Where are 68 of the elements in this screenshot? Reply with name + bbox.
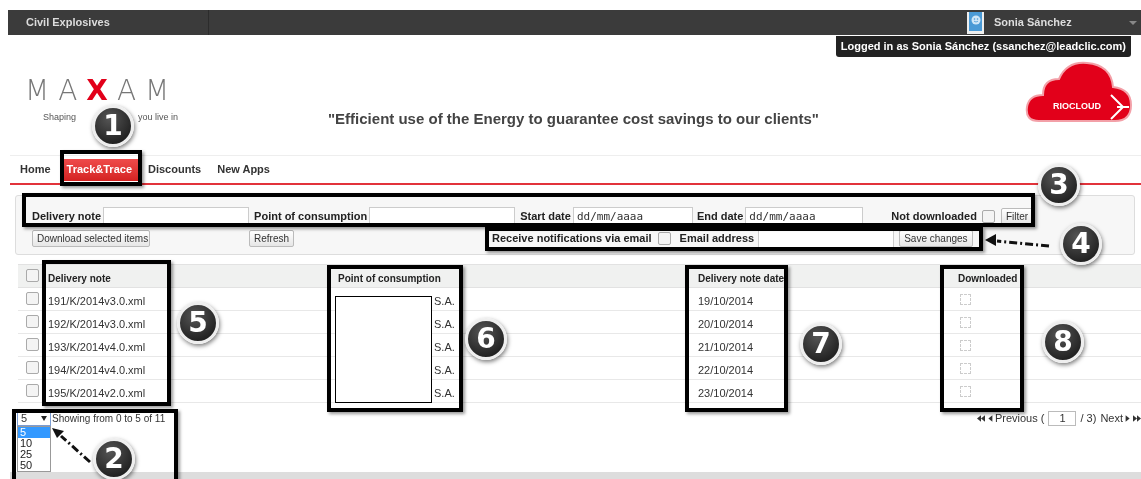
cloud-label: RIOCLOUD	[1053, 100, 1101, 113]
caret-icon	[41, 415, 47, 421]
table-cell: 191/K/2014v3.0.xml	[48, 295, 146, 307]
avatar-icon	[967, 11, 984, 34]
results-summary: Showing from 0 to 5 of 11	[52, 411, 166, 426]
callout-number: 1	[92, 105, 134, 147]
table-cell: 195/K/2014v2.0.xml	[48, 387, 146, 399]
select-all-checkbox[interactable]	[26, 269, 39, 282]
callout-number: 8	[1042, 321, 1084, 363]
callout-number: 5	[177, 302, 219, 344]
table-cell: S.A.	[434, 318, 455, 330]
table-cell: 193/K/2014v4.0.xml	[48, 341, 146, 353]
table-cell: 192/K/2014v3.0.xml	[48, 318, 146, 330]
column-header[interactable]: Delivery note date	[698, 273, 785, 284]
row-checkbox[interactable]	[26, 292, 39, 305]
page-input[interactable]: 1	[1048, 410, 1077, 426]
nav-tab[interactable]: Discounts	[142, 158, 208, 181]
callout-number: 3	[1038, 164, 1080, 206]
first-page-icon[interactable]	[976, 413, 985, 423]
column-header[interactable]: Point of consumption	[338, 273, 441, 284]
table-cell: S.A.	[434, 295, 455, 307]
field-label: Email address	[679, 231, 755, 245]
button[interactable]: Refresh	[249, 229, 294, 247]
last-page-icon[interactable]	[1133, 413, 1141, 423]
tagline: Shaping	[43, 111, 77, 124]
table-cell: S.A.	[434, 387, 455, 399]
previous-page-icon[interactable]	[985, 413, 994, 423]
callout-number: 6	[465, 318, 507, 360]
callout-number: 2	[93, 438, 135, 479]
tooltip: Logged in as Sonia Sánchez (ssanchez@leadclic.com)	[835, 36, 1131, 57]
next-link[interactable]: Next	[1100, 409, 1123, 427]
checkbox[interactable]	[981, 209, 995, 223]
previous-link[interactable]: Previous (	[994, 409, 1045, 427]
table-cell: 21/10/2014	[698, 341, 754, 353]
table-cell: 22/10/2014	[698, 364, 754, 376]
next-page-icon[interactable]	[1124, 413, 1132, 423]
checkbox[interactable]	[657, 231, 671, 245]
table-cell: S.A.	[434, 364, 455, 376]
field-label: Not downloaded	[891, 209, 977, 223]
table-cell: S.A.	[434, 341, 455, 353]
page-size-option[interactable]: 10	[18, 438, 50, 449]
row-checkbox[interactable]	[26, 315, 39, 328]
tagline: you live in	[138, 111, 179, 124]
field-label: Receive notifications via email	[492, 231, 652, 245]
column-header[interactable]: Downloaded	[958, 273, 1018, 284]
field-label: Delivery note	[32, 209, 102, 223]
slogan: "Efficient use of the Energy to guarantee cost savings to our clients"	[328, 110, 819, 127]
nav-tab[interactable]: New Apps	[211, 158, 276, 181]
nav-tab[interactable]: Home	[14, 158, 57, 181]
row-checkbox[interactable]	[26, 361, 39, 374]
table-cell: 20/10/2014	[698, 318, 754, 330]
caret-icon[interactable]	[1129, 20, 1137, 25]
column-header[interactable]: Delivery note	[48, 273, 111, 284]
callout-number: 7	[800, 323, 842, 365]
table-cell: 23/10/2014	[698, 387, 754, 399]
page-size-option[interactable]: 25	[18, 449, 50, 460]
page-size-option[interactable]: 50	[18, 460, 50, 471]
field-label: End date	[696, 209, 744, 223]
table-cell: 19/10/2014	[698, 295, 754, 307]
field-label: Start date	[520, 209, 571, 223]
row-checkbox[interactable]	[26, 338, 39, 351]
field-label: Point of consumption	[254, 209, 368, 223]
button[interactable]: Download selected items	[32, 229, 150, 247]
app-name[interactable]: Civil Explosives	[26, 14, 208, 31]
table-cell: 194/K/2014v4.0.xml	[48, 364, 146, 376]
user-name[interactable]: Sonia Sánchez	[994, 14, 1129, 31]
page-total: / 3)	[1080, 410, 1097, 426]
row-checkbox[interactable]	[26, 384, 39, 397]
